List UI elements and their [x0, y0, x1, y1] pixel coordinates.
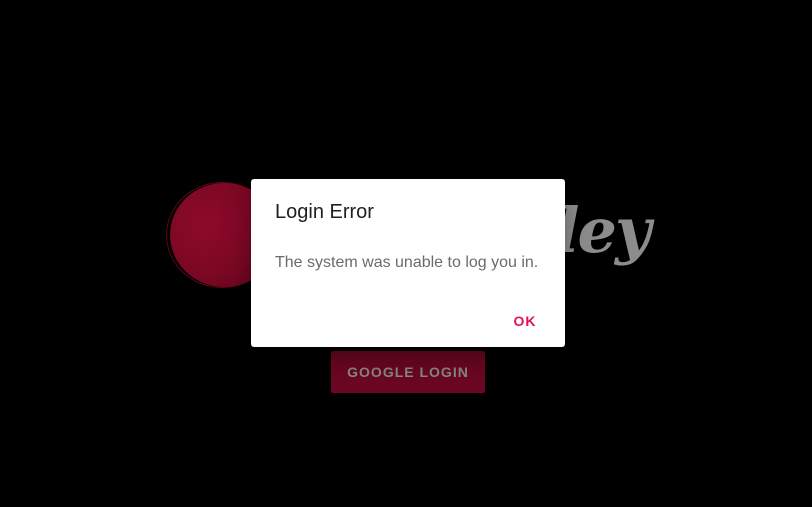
login-screen: ley GOOGLE LOGIN Login Error The system … [0, 0, 812, 507]
logo-wordmark: ley [556, 194, 651, 267]
login-error-dialog: Login Error The system was unable to log… [251, 179, 565, 347]
google-login-button[interactable]: GOOGLE LOGIN [331, 351, 485, 393]
ok-button[interactable]: OK [505, 309, 545, 333]
dialog-title: Login Error [275, 201, 374, 223]
dialog-message: The system was unable to log you in. [275, 254, 539, 271]
